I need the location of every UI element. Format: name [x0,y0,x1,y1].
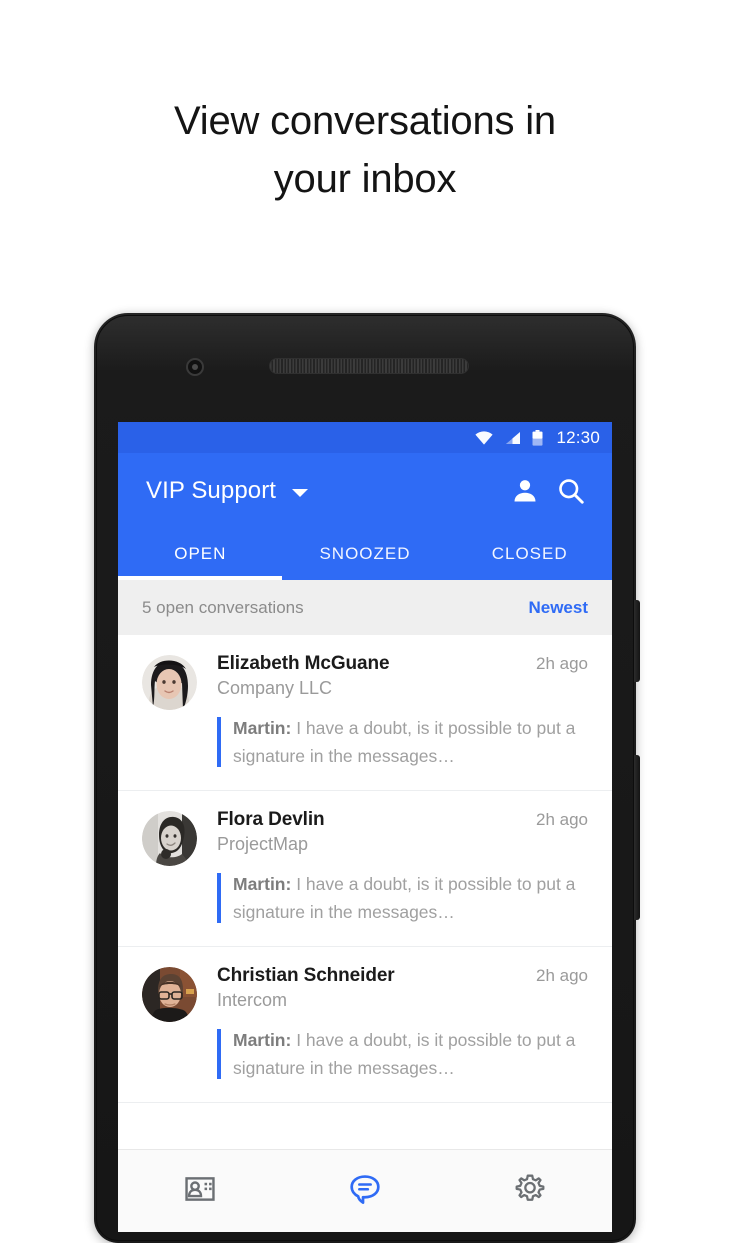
inbox-tabs: OPEN SNOOZED CLOSED [118,528,612,580]
avatar [142,967,197,1022]
message-preview: Martin: I have a doubt, is it possible t… [217,870,588,926]
front-camera-icon [186,358,204,376]
earpiece-speaker [269,358,469,374]
message-preview: Martin: I have a doubt, is it possible t… [217,714,588,770]
settings-gear-icon [513,1172,547,1211]
person-icon[interactable] [502,468,548,514]
timestamp: 2h ago [536,654,588,673]
company-name: Intercom [217,990,288,1010]
avatar [142,655,197,710]
conversation-body: Flora Devlin 2h ago ProjectMap Martin: I… [217,809,588,926]
table-row[interactable]: Christian Schneider 2h ago Intercom Mart… [118,947,612,1103]
sort-order-button[interactable]: Newest [528,598,588,618]
app-bar: VIP Support [118,453,612,528]
table-row[interactable]: Elizabeth McGuane 2h ago Company LLC Mar… [118,635,612,791]
signal-icon [504,431,521,445]
tab-snoozed[interactable]: SNOOZED [283,528,448,580]
page-title: View conversations in your inbox [0,92,730,208]
filter-bar: 5 open conversations Newest [118,580,612,635]
power-button[interactable] [634,600,640,682]
phone-screen: 12:30 VIP Support OPEN SNOOZED CLOSED 5 … [118,422,612,1232]
nav-item-settings[interactable] [447,1150,612,1232]
conversation-list: Elizabeth McGuane 2h ago Company LLC Mar… [118,635,612,1103]
bottom-navigation-bar [118,1149,612,1232]
conversation-body: Elizabeth McGuane 2h ago Company LLC Mar… [217,653,588,770]
table-row[interactable]: Flora Devlin 2h ago ProjectMap Martin: I… [118,791,612,947]
timestamp: 2h ago [536,966,588,985]
preview-author: Martin: [233,1030,292,1050]
conversation-body: Christian Schneider 2h ago Intercom Mart… [217,965,588,1082]
company-name: Company LLC [217,678,333,698]
tab-open[interactable]: OPEN [118,528,283,580]
active-tab-indicator [118,576,282,580]
timestamp: 2h ago [536,810,588,829]
battery-icon [532,429,543,446]
volume-rocker-button[interactable] [634,755,640,920]
tab-closed[interactable]: CLOSED [447,528,612,580]
conversation-count-label: 5 open conversations [142,597,304,617]
page-title-line-1: View conversations in [174,99,556,143]
contact-name: Flora Devlin [217,809,325,830]
wifi-icon [475,430,494,445]
contacts-icon [183,1172,217,1211]
preview-author: Martin: [233,874,292,894]
phone-mockup: 12:30 VIP Support OPEN SNOOZED CLOSED 5 … [94,313,640,1243]
status-bar-clock: 12:30 [556,427,600,447]
nav-item-conversations[interactable] [283,1150,448,1232]
preview-author: Martin: [233,718,292,738]
chevron-down-icon[interactable] [292,488,309,497]
inbox-title[interactable]: VIP Support [146,477,276,505]
company-name: ProjectMap [217,834,309,854]
message-preview: Martin: I have a doubt, is it possible t… [217,1026,588,1082]
search-icon[interactable] [548,468,594,514]
contact-name: Christian Schneider [217,965,395,986]
avatar [142,811,197,866]
conversations-icon [348,1172,382,1211]
contact-name: Elizabeth McGuane [217,653,390,674]
nav-item-contacts[interactable] [118,1150,283,1232]
page-title-line-2: your inbox [273,157,457,201]
status-bar: 12:30 [118,422,612,453]
